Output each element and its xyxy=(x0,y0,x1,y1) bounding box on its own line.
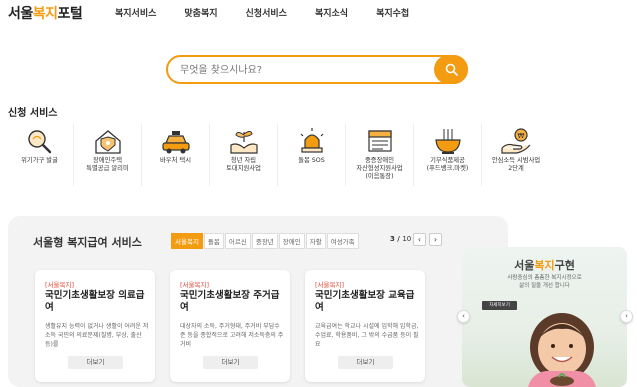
more-button[interactable]: 더보기 xyxy=(203,356,258,369)
card-description: 대상자의 소득, 주거형태, 주거비 부담수준 등을 종합적으로 고려해 저소득… xyxy=(180,323,284,348)
page-total: 10 xyxy=(402,235,412,243)
house-shield-icon xyxy=(94,130,121,154)
card-tag: [서울복지] xyxy=(45,281,74,289)
siren-icon xyxy=(300,128,323,153)
search-input[interactable] xyxy=(180,62,430,78)
nav-item-welfare-handbook[interactable]: 복지수첩 xyxy=(376,6,409,19)
card-title: 국민기초생활보장 교육급여 xyxy=(315,290,415,313)
prev-page-button[interactable]: ‹ xyxy=(413,233,426,246)
service-crisis-household[interactable]: 위기가구 발굴 xyxy=(6,124,74,186)
svg-text:₩: ₩ xyxy=(518,132,525,140)
sprout-hands-icon xyxy=(229,131,258,154)
passbook-icon xyxy=(367,130,392,152)
banner-title-3: 구현 xyxy=(554,259,575,272)
card-description: 생활유지 능력이 없거나 생활이 어려운 저소득 국민의 의료문제(질병, 부상… xyxy=(45,323,149,348)
benefits-panel: 서울형 복지급여 서비스 서울복지 돌봄 어르신 중장년 장애인 자활 여성가족… xyxy=(8,216,508,387)
apply-services-title: 신청 서비스 xyxy=(8,108,58,119)
nav-item-welfare-services[interactable]: 복지서비스 xyxy=(115,6,156,19)
benefit-card[interactable]: [서울복지] 국민기초생활보장 교육급여 교육급여는 학교나 시설에 입학해 입… xyxy=(305,270,425,382)
banner-prev-button[interactable]: ‹ xyxy=(457,310,470,323)
tab-women-family[interactable]: 여성가족 xyxy=(326,233,359,249)
banner-title: 서울복지구현 xyxy=(462,257,627,273)
magnifier-icon xyxy=(27,130,51,154)
service-label: 중증장애인 자산형성지원사업 (이음통장) xyxy=(356,157,403,180)
search-button[interactable] xyxy=(434,55,468,84)
card-tag: [서울복지] xyxy=(180,281,209,289)
welfare-banner[interactable]: 서울복지구현 사람중심의 촘촘한 복지시정으로 삶의 질을 개선 합니다 자세히… xyxy=(462,247,627,387)
service-label: 청년 자립 토대지원사업 xyxy=(226,157,261,172)
card-title: 국민기초생활보장 의료급여 xyxy=(45,290,145,313)
site-header: 서울복지포털 복지서비스 맞춤복지 신청서비스 복지소식 복지수첩 xyxy=(0,0,637,26)
service-disabled-housing[interactable]: 장애인주택 특별공급 알리미 xyxy=(74,124,142,186)
food-bowl-icon xyxy=(434,129,461,154)
nav-item-apply-services[interactable]: 신청서비스 xyxy=(246,6,287,19)
service-food-bank[interactable]: 기부식품제공 (푸드뱅크,마켓) xyxy=(414,124,482,186)
search-icon xyxy=(445,63,458,76)
tab-care[interactable]: 돌봄 xyxy=(203,233,224,249)
service-label: 장애인주택 특별공급 알리미 xyxy=(86,157,129,172)
logo-text-3: 포털 xyxy=(57,6,83,22)
service-youth-independence[interactable]: 청년 자립 토대지원사업 xyxy=(210,124,278,186)
service-label: 위기가구 발굴 xyxy=(21,157,58,164)
search-bar xyxy=(166,55,468,84)
page-indicator: 3 / 10 xyxy=(390,235,412,243)
coin-hand-icon: ₩ xyxy=(501,128,531,154)
service-safe-income[interactable]: ₩ 안심소득 시범사업 2단계 xyxy=(482,124,550,186)
service-asset-building[interactable]: 중증장애인 자산형성지원사업 (이음통장) xyxy=(346,124,414,186)
main-nav: 복지서비스 맞춤복지 신청서비스 복지소식 복지수첩 xyxy=(115,6,437,19)
tab-self-support[interactable]: 자활 xyxy=(305,233,326,249)
banner-next-button[interactable]: › xyxy=(620,310,633,323)
card-title: 국민기초생활보장 주거급여 xyxy=(180,290,280,313)
card-description: 교육급여는 학교나 시설에 입학해 입학금, 수업료, 학용품비, 그 밖의 수… xyxy=(315,323,419,348)
nav-item-welfare-news[interactable]: 복지소식 xyxy=(315,6,348,19)
tab-seoul-welfare[interactable]: 서울복지 xyxy=(171,233,203,249)
card-tag: [서울복지] xyxy=(315,281,344,289)
taxi-icon xyxy=(161,131,190,154)
benefit-card[interactable]: [서울복지] 국민기초생활보장 주거급여 대상자의 소득, 주거형태, 주거비 … xyxy=(170,270,290,382)
benefits-title: 서울형 복지급여 서비스 xyxy=(33,236,142,249)
logo-text-2: 복지 xyxy=(32,6,58,22)
more-button[interactable]: 더보기 xyxy=(68,356,123,369)
service-label: 기부식품제공 (푸드뱅크,마켓) xyxy=(426,157,469,172)
site-logo[interactable]: 서울복지포털 xyxy=(8,3,83,23)
more-button[interactable]: 더보기 xyxy=(338,356,393,369)
service-label: 안심소득 시범사업 2단계 xyxy=(491,157,541,172)
service-care-sos[interactable]: 돌봄 SOS xyxy=(278,124,346,186)
service-label: 돌봄 SOS xyxy=(298,157,325,164)
banner-title-1: 서울 xyxy=(514,259,535,272)
page-current: 3 xyxy=(390,235,395,243)
benefits-tabs: 서울복지 돌봄 어르신 중장년 장애인 자활 여성가족 xyxy=(171,233,360,249)
apply-services-list: 위기가구 발굴 장애인주택 특별공급 알리미 바우처 택시 청년 자립 토대지원… xyxy=(6,124,566,186)
benefit-card[interactable]: [서울복지] 국민기초생활보장 의료급여 생활유지 능력이 없거나 생활이 어려… xyxy=(35,270,155,382)
service-voucher-taxi[interactable]: 바우처 택시 xyxy=(142,124,210,186)
service-label: 바우처 택시 xyxy=(160,157,191,164)
banner-subtitle: 사람중심의 촘촘한 복지시정으로 삶의 질을 개선 합니다 xyxy=(507,275,582,289)
nav-item-custom-welfare[interactable]: 맞춤복지 xyxy=(184,6,217,19)
banner-detail-button[interactable]: 자세히보기 xyxy=(482,301,517,310)
logo-text-1: 서울 xyxy=(8,6,33,22)
banner-title-2: 복지 xyxy=(534,259,555,272)
tab-disabled[interactable]: 장애인 xyxy=(278,233,305,249)
next-page-button[interactable]: › xyxy=(429,233,442,246)
tab-middle-aged[interactable]: 중장년 xyxy=(251,233,278,249)
tab-seniors[interactable]: 어르신 xyxy=(224,233,251,249)
